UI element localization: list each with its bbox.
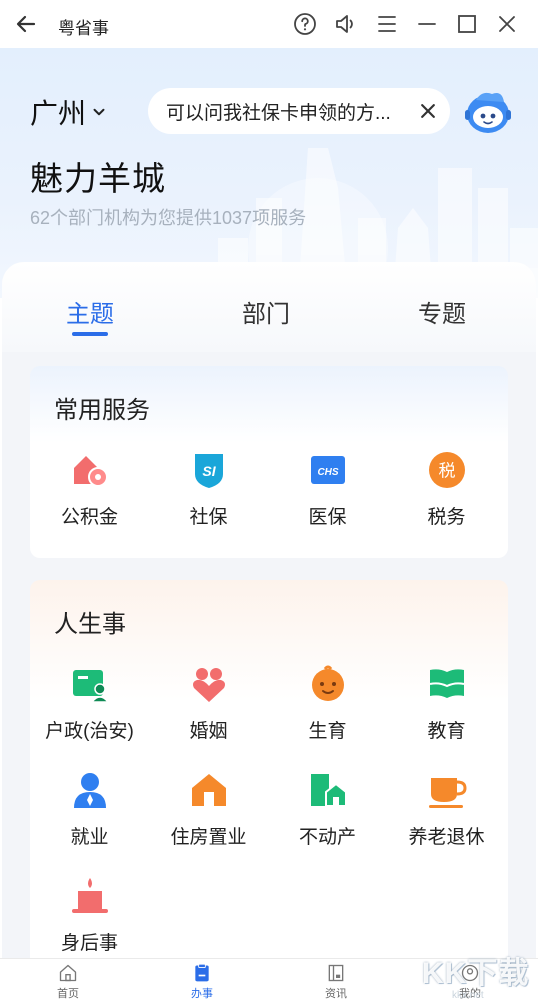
- close-window-icon[interactable]: [495, 12, 519, 36]
- menu-icon[interactable]: [375, 12, 399, 36]
- service-label: 医保: [308, 507, 347, 528]
- tab-departments[interactable]: 部门: [242, 294, 290, 329]
- city-selector[interactable]: 广州: [30, 92, 108, 132]
- watermark-logo: KK下载: [422, 957, 530, 990]
- employment-icon: [73, 773, 106, 808]
- service-medical-insurance[interactable]: CHS 医保: [268, 450, 387, 529]
- tax-icon: 税: [428, 452, 465, 488]
- title-bar: 粤省事: [0, 0, 538, 48]
- service-marriage[interactable]: 婚姻: [149, 664, 268, 743]
- nav-news[interactable]: 资讯: [296, 963, 376, 1001]
- search-placeholder: 可以问我社保卡申领的方...: [166, 102, 391, 124]
- birth-icon: [311, 665, 344, 701]
- household-icon: [72, 670, 110, 703]
- housing-fund-icon: [73, 456, 108, 487]
- social-security-icon: SI: [194, 454, 223, 488]
- service-label: 养老退休: [408, 827, 485, 848]
- retirement-icon: [428, 778, 467, 808]
- service-household[interactable]: 户政(治安): [30, 664, 149, 743]
- tab-bar: 主题 部门 专题: [2, 262, 536, 352]
- chevron-down-icon: [93, 108, 105, 116]
- service-tax[interactable]: 税 税务: [387, 450, 506, 529]
- svg-text:CHS: CHS: [317, 467, 338, 478]
- service-label: 公积金: [60, 507, 118, 528]
- service-education[interactable]: 教育: [387, 664, 506, 743]
- service-label: 户政(治安): [45, 721, 134, 742]
- page-subtitle: 62个部门机构为您提供1037项服务: [30, 208, 307, 228]
- assistant-robot-icon[interactable]: [462, 86, 514, 138]
- common-services-card: 常用服务 公积金 SI 社保 CHS 医保 税 税务: [30, 366, 508, 558]
- svg-text:SI: SI: [202, 463, 216, 479]
- page-title: 魅力羊城: [30, 160, 166, 197]
- marriage-icon: [192, 668, 225, 702]
- service-social-security[interactable]: SI 社保: [149, 450, 268, 529]
- assistant-search-bar[interactable]: 可以问我社保卡申领的方...: [148, 88, 450, 134]
- service-label: 社保: [189, 507, 228, 528]
- funeral-icon: [71, 878, 108, 913]
- service-retirement[interactable]: 养老退休: [387, 770, 506, 849]
- window-title: 粤省事: [58, 19, 109, 38]
- close-icon[interactable]: [418, 101, 438, 121]
- service-employment[interactable]: 就业: [30, 770, 149, 849]
- service-label: 税务: [427, 507, 466, 528]
- nav-label: 办事: [191, 988, 213, 1000]
- service-label: 生育: [308, 721, 347, 742]
- tab-topics[interactable]: 主题: [66, 294, 114, 329]
- back-arrow-icon[interactable]: [14, 12, 38, 36]
- nav-services[interactable]: 办事: [162, 963, 242, 1001]
- nav-label: 资讯: [325, 988, 347, 1000]
- active-tab-indicator: [72, 332, 108, 336]
- education-icon: [429, 669, 464, 698]
- nav-label: 首页: [57, 988, 79, 1000]
- service-label: 就业: [70, 827, 109, 848]
- section-title: 人生事: [54, 611, 126, 638]
- city-name: 广州: [30, 98, 87, 129]
- service-label: 身后事: [60, 933, 118, 954]
- service-label: 教育: [427, 721, 466, 742]
- tab-specials[interactable]: 专题: [418, 294, 466, 329]
- help-icon[interactable]: [293, 12, 317, 36]
- svg-text:税: 税: [438, 462, 455, 482]
- hero-banner: 广州 可以问我社保卡申领的方... 魅力羊城 62个部门机构为您提供1037项服…: [0, 48, 538, 298]
- housing-icon: [191, 774, 226, 806]
- main-content: 主题 部门 专题 常用服务 公积金 SI 社保 CHS 医保 税 税务 人生事 …: [2, 262, 536, 962]
- news-icon: [328, 964, 344, 982]
- service-label: 住房置业: [170, 827, 247, 848]
- service-label: 婚姻: [189, 721, 228, 742]
- real-estate-icon: [310, 774, 347, 807]
- speaker-icon[interactable]: [334, 12, 358, 36]
- service-label: 不动产: [298, 827, 356, 848]
- watermark-url: kkx.net: [452, 990, 484, 1001]
- service-housing[interactable]: 住房置业: [149, 770, 268, 849]
- medical-insurance-icon: CHS: [310, 456, 345, 484]
- nav-home[interactable]: 首页: [28, 963, 108, 1001]
- service-birth[interactable]: 生育: [268, 664, 387, 743]
- service-real-estate[interactable]: 不动产: [268, 770, 387, 849]
- maximize-icon[interactable]: [455, 12, 479, 36]
- services-icon: [195, 963, 209, 982]
- home-icon: [59, 964, 77, 982]
- life-events-card: 人生事 户政(治安) 婚姻 生育 教育 就业 住房置业 不动产 养老退休 身后事: [30, 580, 508, 962]
- service-funeral[interactable]: 身后事: [30, 876, 149, 955]
- minimize-icon[interactable]: [415, 12, 439, 36]
- service-housing-fund[interactable]: 公积金: [30, 450, 149, 529]
- section-title: 常用服务: [54, 397, 150, 424]
